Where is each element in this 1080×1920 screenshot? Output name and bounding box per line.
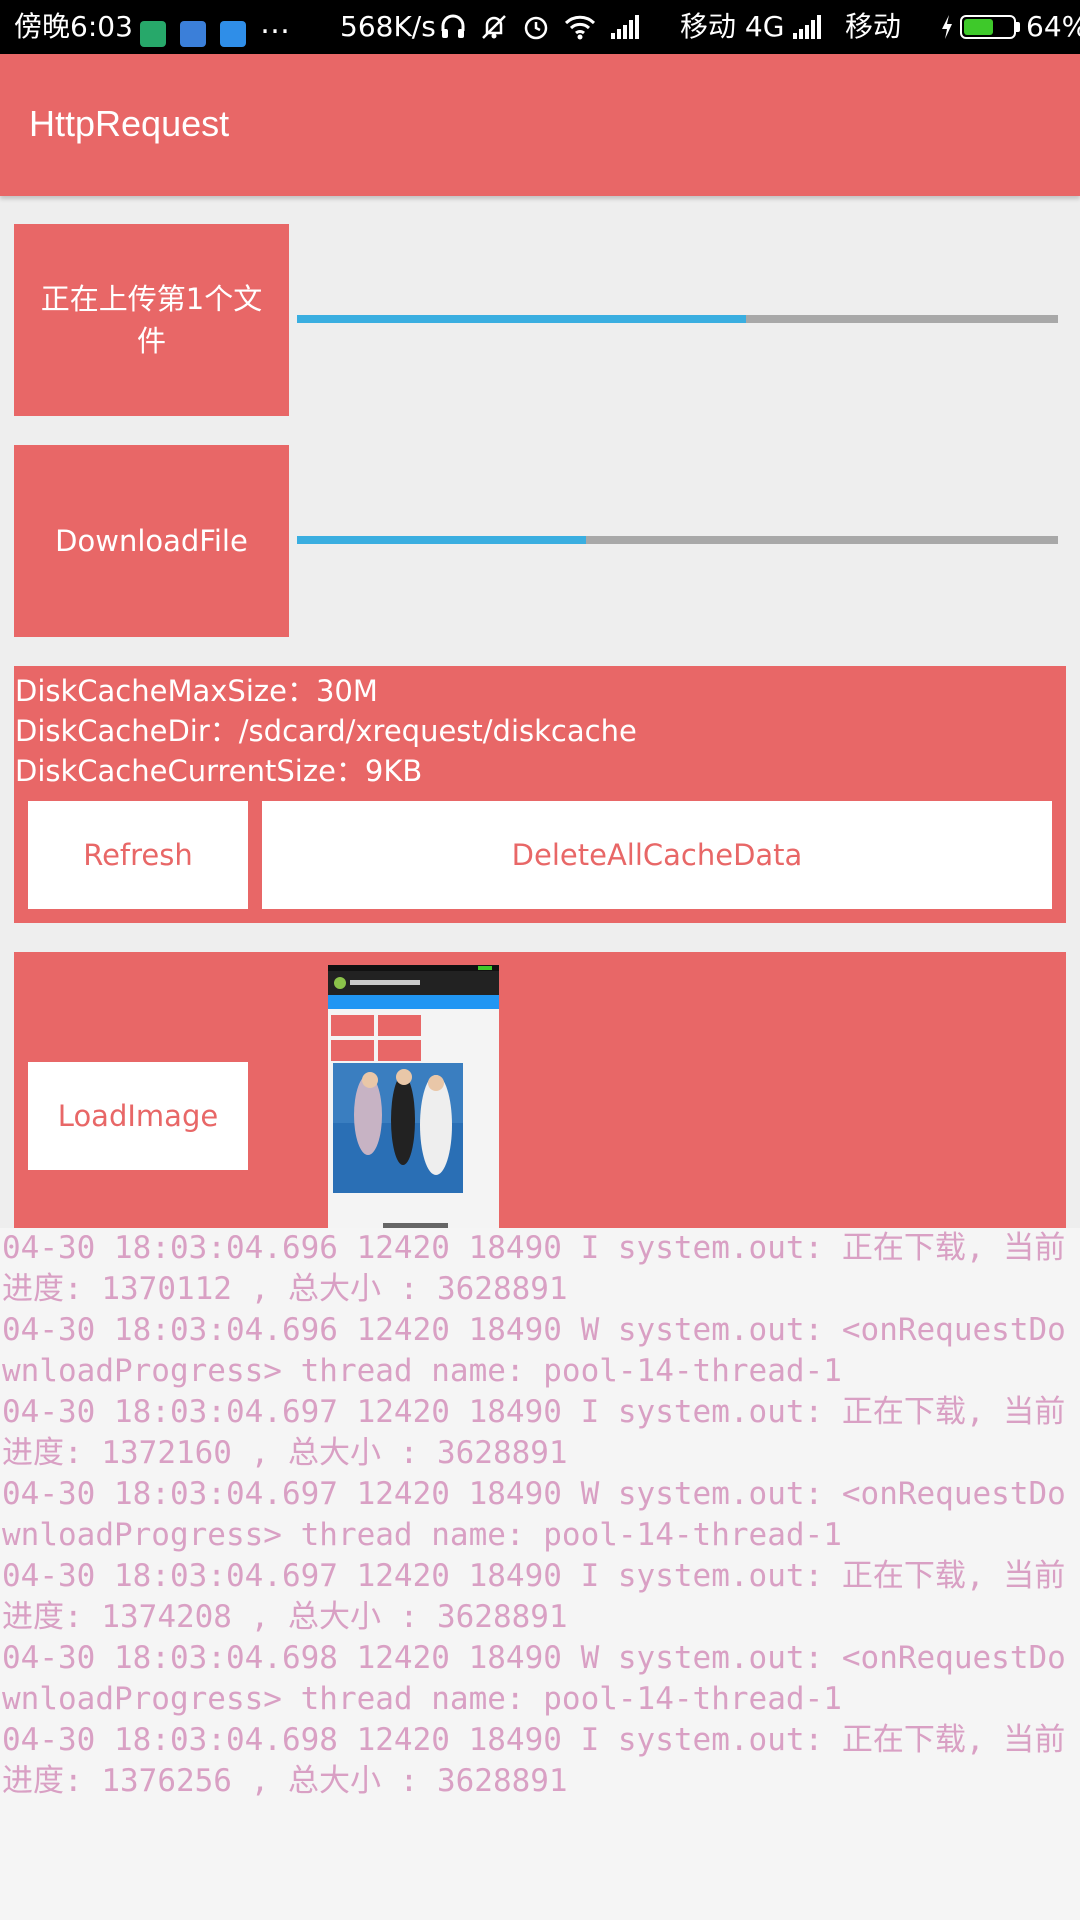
battery-percent: 64% <box>1026 10 1080 43</box>
signal-icon-2-wrap <box>792 0 822 54</box>
page-title: HttpRequest <box>29 103 230 144</box>
game-app-icon <box>180 21 206 47</box>
cache-max-size: DiskCacheMaxSize：30M <box>15 674 378 708</box>
cache-dir: DiskCacheDir：/sdcard/xrequest/diskcache <box>15 714 637 748</box>
log-line: 04-30 18:03:04.697 12420 18490 I system.… <box>2 1558 1066 1635</box>
battery: 64% <box>940 0 1080 54</box>
notification-icons: … <box>140 0 290 54</box>
signal-icon-2 <box>793 15 821 39</box>
carrier-2: 移动 <box>845 10 902 43</box>
battery-level <box>964 19 994 35</box>
cache-current-size: DiskCacheCurrentSize：9KB <box>15 754 423 788</box>
log-output: 04-30 18:03:04.696 12420 18490 I system.… <box>0 1228 1080 1920</box>
charging-icon <box>942 15 952 39</box>
screenshot-thumbnail <box>328 965 499 1228</box>
signal-icon-1 <box>611 15 639 39</box>
download-progress-bar <box>297 536 1058 544</box>
download-progress-fill <box>297 536 587 544</box>
loaded-image <box>328 965 499 1228</box>
alarm-icon <box>524 16 548 40</box>
more-notifications-icon: … <box>260 6 290 41</box>
log-line: 04-30 18:03:04.696 12420 18490 I system.… <box>2 1230 1066 1307</box>
log-line: 04-30 18:03:04.698 12420 18490 I system.… <box>2 1722 1066 1799</box>
cache-panel: DiskCacheMaxSize：30M DiskCacheDir：/sdcar… <box>14 666 1066 923</box>
log-line: 04-30 18:03:04.698 12420 18490 W system.… <box>2 1640 1066 1717</box>
log-line: 04-30 18:03:04.696 12420 18490 W system.… <box>2 1312 1066 1389</box>
system-icons <box>440 0 640 54</box>
app-bar: HttpRequest <box>0 54 1080 196</box>
headset-icon <box>441 14 465 38</box>
download-button[interactable]: DownloadFile <box>14 445 289 637</box>
wifi-icon <box>564 15 596 40</box>
upload-progress-fill <box>297 315 746 323</box>
upload-progress-bar <box>297 315 1058 323</box>
shield-app-icon <box>140 21 166 47</box>
status-time: 傍晚6:03 <box>14 10 133 43</box>
battery-icon <box>960 15 1016 39</box>
image-panel: LoadImage <box>14 952 1066 1228</box>
vibrate-off-icon <box>482 15 506 39</box>
carrier-1: 移动 4G <box>680 10 785 43</box>
battery-tip <box>1016 22 1020 32</box>
load-image-button[interactable]: LoadImage <box>28 1062 248 1170</box>
refresh-button[interactable]: Refresh <box>28 801 248 909</box>
upload-button[interactable]: 正在上传第1个文件 <box>14 224 289 416</box>
delete-cache-button[interactable]: DeleteAllCacheData <box>262 801 1052 909</box>
document-app-icon <box>220 21 246 47</box>
status-bar: 傍晚6:03 … 568K/s 移动 4G 移动 64% <box>0 0 1080 54</box>
log-line: 04-30 18:03:04.697 12420 18490 W system.… <box>2 1476 1066 1553</box>
log-line: 04-30 18:03:04.697 12420 18490 I system.… <box>2 1394 1066 1471</box>
network-speed: 568K/s <box>340 10 436 43</box>
